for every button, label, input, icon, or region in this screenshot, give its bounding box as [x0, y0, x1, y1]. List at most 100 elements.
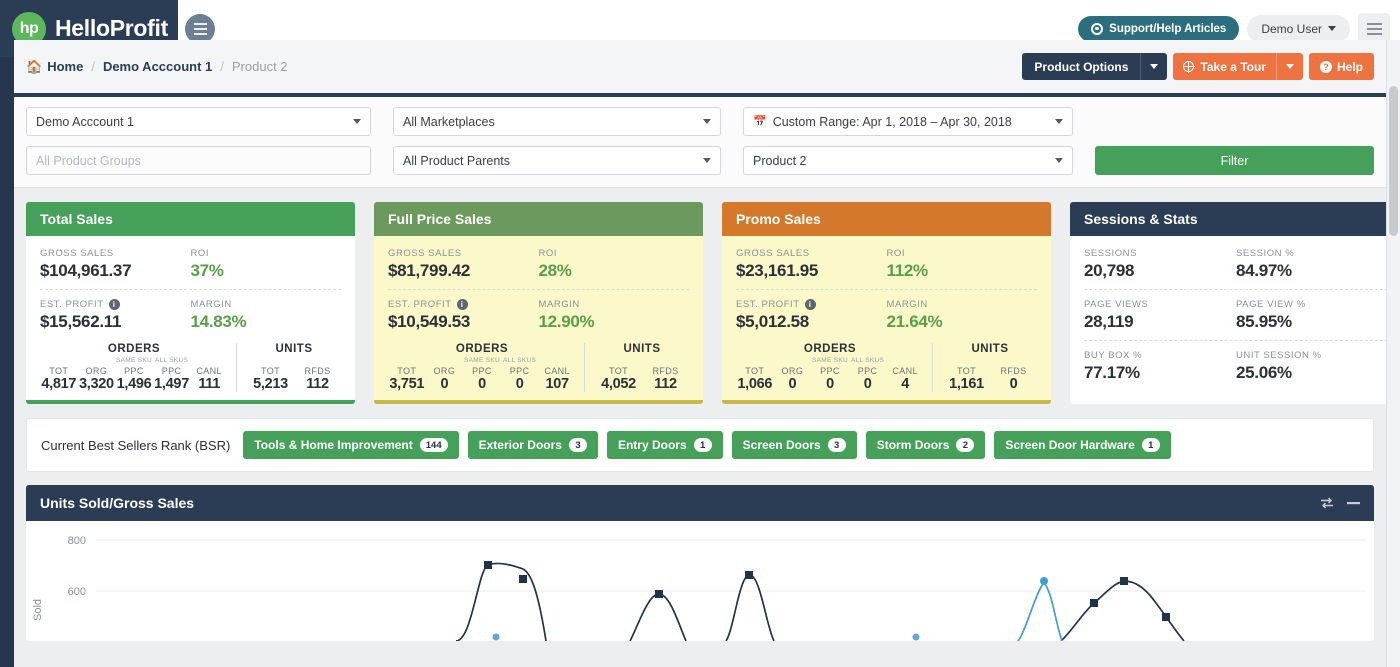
orders-title: ORDERS	[107, 343, 161, 355]
kpi-label: MARGIN	[886, 299, 928, 310]
product-groups-input[interactable]: All Product Groups	[26, 146, 371, 175]
bsr-badge[interactable]: Screen Doors 3	[731, 431, 857, 459]
orders-col: SAME SKU PPC 0	[463, 357, 500, 392]
breadcrumb-separator-1: /	[91, 59, 95, 74]
orders-col: SAME SKU PPC 1,496	[115, 357, 152, 392]
orders-title: ORDERS	[455, 343, 509, 355]
units-sold-chart: 800 600	[68, 535, 1366, 641]
bsr-badge[interactable]: Entry Doors 1	[606, 431, 723, 459]
account-select[interactable]: Demo Acccount 1	[26, 107, 371, 136]
lifebuoy-icon	[1091, 22, 1104, 35]
bsr-badge-label: Storm Doors	[876, 438, 950, 452]
orders-col: TOT 4,817	[41, 366, 77, 392]
units-col: TOT 1,161	[949, 366, 984, 392]
support-help-articles-button[interactable]: Support/Help Articles	[1078, 15, 1240, 42]
units-col: TOT 5,213	[253, 366, 288, 392]
bsr-badge[interactable]: Exterior Doors 3	[467, 431, 598, 459]
data-point-marker	[655, 590, 663, 598]
app-window: hp HelloProfit Support/Help Articles Dem…	[0, 0, 1400, 667]
question-mark-icon: ?	[1319, 60, 1332, 73]
kpi-value: $23,161.95	[736, 261, 819, 280]
bsr-badge[interactable]: Storm Doors 2	[865, 431, 986, 459]
kpi-label: EST. PROFIT	[736, 299, 800, 310]
stat-buy-box-pct: BUY BOX % 77.17%	[1084, 348, 1236, 390]
page-scrollbar[interactable]	[1386, 40, 1400, 667]
kpi-value: $81,799.42	[388, 261, 471, 280]
menu-icon	[193, 23, 207, 35]
card-title: Total Sales	[26, 202, 355, 236]
chart-plot-area[interactable]: 800 600 Sold	[26, 521, 1374, 641]
orders-col: TOT 1,066	[737, 366, 773, 392]
card-total-sales: Total Sales GROSS SALES $104,961.37 ROI …	[26, 202, 355, 404]
marketplace-select-value: All Marketplaces	[403, 114, 495, 129]
orders-group: ORDERS TOT 3,751 ORG 0 SAME SKU PPC 0 ALL SK…	[388, 343, 585, 392]
orders-col: SAME SKU PPC 0	[811, 357, 848, 392]
product-parents-value: All Product Parents	[403, 153, 510, 168]
units-title: UNITS	[623, 343, 661, 355]
breadcrumb-separator-2: /	[220, 59, 224, 74]
chevron-down-icon	[1328, 26, 1336, 31]
minus-icon[interactable]	[1347, 497, 1360, 509]
date-range-select[interactable]: 📅 Custom Range: Apr 1, 2018 – Apr 30, 20…	[743, 107, 1073, 136]
product-options-button[interactable]: Product Options	[1022, 53, 1168, 80]
kpi-margin: MARGIN 12.90%	[539, 297, 690, 339]
help-button[interactable]: ? Help	[1308, 53, 1374, 80]
filter-button[interactable]: Filter	[1095, 146, 1374, 175]
info-icon[interactable]: i	[456, 299, 468, 310]
user-menu-button[interactable]: Demo User	[1247, 14, 1350, 43]
exchange-arrows-icon[interactable]	[1320, 497, 1334, 509]
orders-col: CANL 107	[544, 366, 570, 392]
bsr-badge-count: 1	[693, 438, 712, 452]
product-options-caret[interactable]	[1141, 64, 1167, 69]
orders-col: ALL SKUS PPC 0	[850, 357, 885, 392]
data-point-marker	[1040, 577, 1048, 585]
product-groups-placeholder: All Product Groups	[36, 153, 141, 168]
chart-panel-tools	[1320, 497, 1360, 509]
units-group: UNITS TOT 5,213 RFDS 112	[237, 343, 341, 392]
stat-value: 84.97%	[1236, 261, 1292, 280]
hamburger-icon	[1366, 22, 1382, 35]
orders-group: ORDERS TOT 1,066 ORG 0 SAME SKU PPC 0 ALL SK…	[736, 343, 933, 392]
breadcrumb-home-link[interactable]: 🏠 Home	[26, 59, 83, 75]
data-point-marker	[484, 561, 492, 569]
product-parents-select[interactable]: All Product Parents	[393, 146, 721, 175]
product-select-value: Product 2	[753, 153, 807, 168]
home-icon: 🏠	[26, 58, 43, 74]
support-button-label: Support/Help Articles	[1109, 22, 1227, 35]
breadcrumb: 🏠 Home / Demo Acccount 1 / Product 2	[26, 59, 288, 75]
breadcrumb-bar: 🏠 Home / Demo Acccount 1 / Product 2 Pro…	[14, 40, 1386, 97]
data-point-marker	[912, 633, 920, 641]
brand-name: HelloProfit	[55, 15, 168, 41]
data-point-marker	[1162, 613, 1170, 621]
bsr-badge-count: 144	[419, 438, 448, 452]
orders-col: TOT 3,751	[389, 366, 425, 392]
chevron-down-icon	[703, 119, 711, 124]
kpi-label: EST. PROFIT	[40, 299, 104, 310]
info-icon[interactable]: i	[108, 299, 120, 310]
breadcrumb-account-link[interactable]: Demo Acccount 1	[103, 59, 212, 74]
info-icon[interactable]: i	[804, 299, 816, 310]
kpi-card-row: Total Sales GROSS SALES $104,961.37 ROI …	[14, 188, 1386, 414]
divider	[1084, 340, 1386, 341]
orders-group: ORDERS TOT 4,817 ORG 3,320 SAME SKU PPC 1,49…	[40, 343, 237, 392]
orders-col: CANL 111	[196, 366, 222, 392]
kpi-label: MARGIN	[190, 299, 232, 310]
take-a-tour-button[interactable]: Take a Tour	[1173, 53, 1303, 80]
bsr-badge[interactable]: Screen Door Hardware 1	[994, 431, 1171, 459]
orders-col: ORG 0	[433, 366, 456, 392]
take-a-tour-caret[interactable]	[1277, 64, 1303, 69]
bsr-badge-count: 2	[956, 438, 975, 452]
bsr-badge-label: Screen Doors	[742, 438, 821, 452]
bsr-label: Current Best Sellers Rank (BSR)	[41, 437, 231, 453]
bsr-badge[interactable]: Tools & Home Improvement 144	[243, 431, 459, 459]
data-point-marker	[1120, 577, 1128, 585]
marketplace-select[interactable]: All Marketplaces	[393, 107, 721, 136]
kpi-label: GROSS SALES	[40, 248, 114, 259]
kpi-value: 28%	[538, 261, 572, 280]
product-select[interactable]: Product 2	[743, 146, 1073, 175]
scrollbar-thumb[interactable]	[1389, 86, 1398, 236]
logo-text: hp	[19, 19, 39, 37]
kpi-value: 21.64%	[886, 312, 943, 331]
card-full-price-sales: Full Price Sales GROSS SALES $81,799.42 …	[374, 202, 703, 404]
stat-label: PAGE VIEW %	[1236, 299, 1306, 310]
